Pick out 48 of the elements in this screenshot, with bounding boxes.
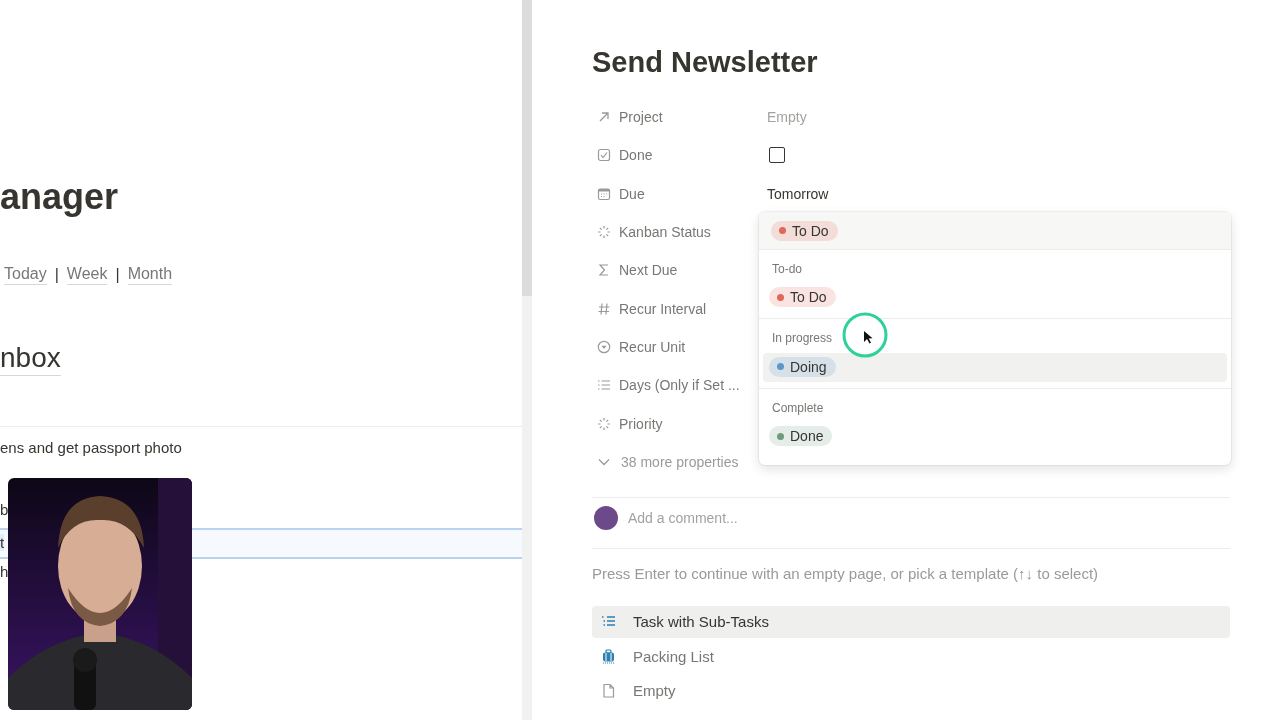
- checkbox[interactable]: [769, 147, 785, 164]
- property-label[interactable]: Next Due: [592, 262, 767, 279]
- group-heading: In progress: [772, 331, 833, 345]
- sigma-icon: [597, 263, 611, 278]
- template-option[interactable]: Packing List: [592, 640, 1230, 673]
- property-label[interactable]: Project: [592, 109, 767, 126]
- template-option[interactable]: Empty: [592, 674, 1230, 707]
- nav-link[interactable]: Week: [66, 264, 108, 285]
- status-tag[interactable]: Doing: [769, 356, 836, 377]
- group-heading: To-do: [772, 261, 803, 276]
- cursor-icon: [840, 310, 890, 360]
- list-icon: [597, 378, 611, 393]
- list-row-text[interactable]: ens and get passport photo: [0, 439, 182, 456]
- hash-icon: [597, 301, 611, 316]
- suitcase-icon: [601, 648, 616, 664]
- nav-link[interactable]: Month: [127, 264, 173, 285]
- page-icon: [601, 683, 616, 699]
- property-label[interactable]: Done: [592, 147, 767, 164]
- property-label[interactable]: Recur Unit: [592, 338, 767, 355]
- property-label[interactable]: Due: [592, 185, 767, 202]
- scrollbar[interactable]: [522, 0, 532, 720]
- list-row-text[interactable]: b: [0, 501, 9, 518]
- group-heading: Complete: [772, 400, 824, 415]
- status-tag[interactable]: To Do: [769, 287, 836, 307]
- scrollbar-thumb[interactable]: [522, 0, 532, 296]
- section-title: nbox: [0, 341, 61, 376]
- page-title: Send Newsletter: [592, 45, 819, 80]
- nav-link[interactable]: Today: [4, 264, 47, 285]
- property-value[interactable]: Tomorrow: [767, 185, 829, 202]
- avatar: [594, 505, 618, 530]
- status-tag[interactable]: Done: [769, 426, 833, 446]
- list-row-text[interactable]: t: [0, 534, 5, 551]
- status-icon: [597, 416, 611, 431]
- calendar-icon: [597, 186, 611, 201]
- dropdown-circle-icon: [597, 339, 611, 354]
- status-option[interactable]: Doing: [763, 353, 1227, 382]
- template-option[interactable]: Task with Sub-Tasks: [592, 605, 1230, 638]
- status-tag[interactable]: To Do: [771, 220, 838, 241]
- template-hint: Press Enter to continue with an empty page, or pick a template (↑↓ to select): [592, 564, 1100, 582]
- page-title: anager: [0, 176, 120, 218]
- separator-text: |: [54, 265, 59, 284]
- property-label[interactable]: Kanban Status: [592, 224, 767, 241]
- list-row-text[interactable]: h: [0, 563, 9, 580]
- checkbox-icon: [597, 148, 611, 163]
- status-icon: [597, 225, 611, 240]
- comment-field[interactable]: Add a comment...: [628, 509, 738, 526]
- separator-text: |: [115, 265, 120, 284]
- empty-value[interactable]: Empty: [767, 109, 807, 126]
